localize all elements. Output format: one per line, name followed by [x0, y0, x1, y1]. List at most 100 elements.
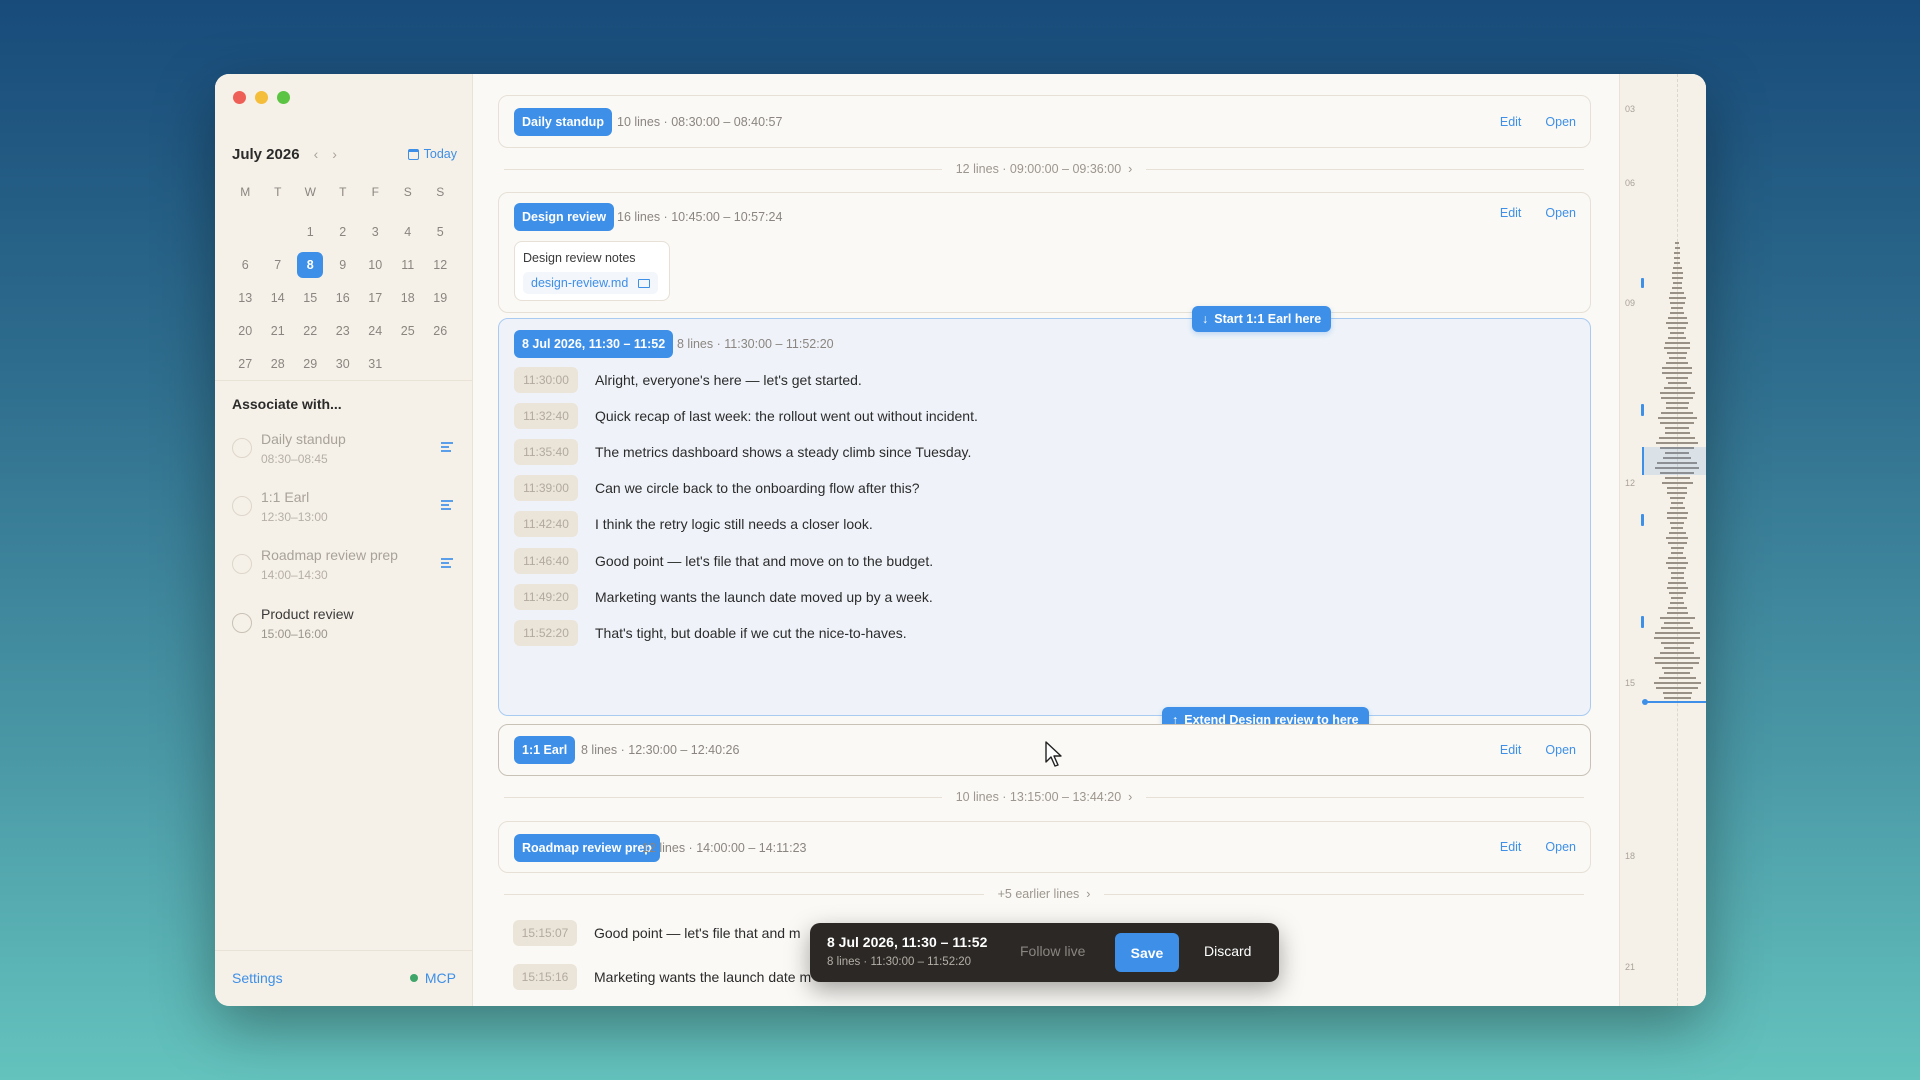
calendar-day[interactable]: 14 — [262, 281, 295, 314]
transcript-line[interactable]: 11:32:40 Quick recap of last week: the ro… — [514, 402, 978, 430]
meeting-marker[interactable] — [1641, 278, 1644, 288]
zoom-window-button[interactable] — [277, 91, 290, 104]
open-button[interactable]: Open — [1545, 115, 1576, 129]
transcript-line[interactable]: 11:46:40 Good point — let's file that and… — [514, 547, 933, 575]
calendar-day[interactable]: 27 — [229, 347, 262, 380]
calendar-day[interactable]: 23 — [327, 314, 360, 347]
collapsed-gap[interactable]: 10 lines · 13:15:00 – 13:44:20 › — [504, 787, 1584, 807]
gap-label[interactable]: 10 lines · 13:15:00 – 13:44:20 › — [942, 790, 1147, 804]
timestamp[interactable]: 11:32:40 — [514, 403, 578, 430]
calendar-day[interactable]: 31 — [359, 347, 392, 380]
minimap-selection[interactable] — [1642, 447, 1706, 475]
calendar-day[interactable]: 26 — [424, 314, 457, 347]
transcript-line[interactable]: 15:15:16 Marketing wants the launch date… — [513, 963, 811, 991]
meeting-marker[interactable] — [1641, 404, 1644, 416]
save-button[interactable]: Save — [1115, 933, 1179, 972]
timestamp[interactable]: 15:15:07 — [513, 920, 577, 946]
transcript-lines-icon[interactable] — [441, 442, 453, 454]
transcript-line[interactable]: 15:15:07 Good point — let's file that an… — [513, 919, 801, 947]
selection-tag[interactable]: 8 Jul 2026, 11:30 – 11:52 — [514, 330, 674, 358]
open-button[interactable]: Open — [1545, 840, 1576, 854]
calendar-day[interactable]: 2 — [327, 215, 360, 248]
transcript-lines-icon[interactable] — [441, 500, 453, 512]
calendar-day[interactable]: 1 — [294, 215, 327, 248]
calendar-day[interactable]: 10 — [359, 248, 392, 281]
timestamp[interactable]: 11:42:40 — [514, 511, 578, 538]
calendar-day[interactable]: 13 — [229, 281, 262, 314]
radio-button[interactable] — [232, 613, 252, 633]
calendar-day[interactable]: 28 — [262, 347, 295, 380]
associate-item-1-1-earl[interactable]: 1:1 Earl 12:30–13:00 — [232, 485, 457, 529]
next-month-icon[interactable]: › — [332, 146, 337, 162]
timestamp[interactable]: 11:35:40 — [514, 439, 578, 466]
calendar-day[interactable]: 7 — [262, 248, 295, 281]
transcript-line[interactable]: 11:52:20 That's tight, but doable if we c… — [514, 619, 907, 647]
calendar-day[interactable]: 15 — [294, 281, 327, 314]
calendar-day[interactable]: 16 — [327, 281, 360, 314]
today-button[interactable]: Today — [407, 147, 457, 161]
calendar-day[interactable]: 8 — [294, 248, 327, 281]
calendar-day[interactable]: 17 — [359, 281, 392, 314]
calendar-day[interactable]: 29 — [294, 347, 327, 380]
timestamp[interactable]: 11:49:20 — [514, 583, 578, 610]
open-button[interactable]: Open — [1545, 206, 1576, 220]
settings-link[interactable]: Settings — [232, 970, 283, 986]
collapsed-gap[interactable]: 12 lines · 09:00:00 – 09:36:00 › — [504, 159, 1584, 179]
meeting-marker[interactable] — [1641, 616, 1644, 628]
timestamp[interactable]: 11:46:40 — [514, 547, 578, 574]
transcript-line[interactable]: 11:30:00 Alright, everyone's here — let's… — [514, 366, 862, 394]
calendar-day[interactable]: 25 — [392, 314, 425, 347]
calendar-day[interactable]: 22 — [294, 314, 327, 347]
calendar-day[interactable]: 20 — [229, 314, 262, 347]
timestamp[interactable]: 11:52:20 — [514, 619, 578, 646]
gap-label[interactable]: 12 lines · 09:00:00 – 09:36:00 › — [942, 162, 1147, 176]
meeting-tag[interactable]: Design review — [514, 203, 615, 231]
meeting-tag[interactable]: Roadmap review prep — [514, 834, 660, 862]
radio-button[interactable] — [232, 554, 252, 574]
edit-button[interactable]: Edit — [1500, 115, 1522, 129]
calendar-day[interactable]: 5 — [424, 215, 457, 248]
calendar-day[interactable]: 18 — [392, 281, 425, 314]
edit-button[interactable]: Edit — [1500, 206, 1522, 220]
minimize-window-button[interactable] — [255, 91, 268, 104]
transcript-line[interactable]: 11:35:40 The metrics dashboard shows a st… — [514, 438, 971, 466]
calendar-day[interactable]: 6 — [229, 248, 262, 281]
mcp-status[interactable]: MCP — [409, 970, 456, 986]
associate-item-daily-standup[interactable]: Daily standup 08:30–08:45 — [232, 427, 457, 471]
prev-month-icon[interactable]: ‹ — [314, 146, 319, 162]
calendar-day[interactable]: 19 — [424, 281, 457, 314]
follow-live-button[interactable]: Follow live — [1020, 943, 1085, 959]
calendar-day[interactable]: 21 — [262, 314, 295, 347]
transcript-line[interactable]: 11:49:20 Marketing wants the launch date … — [514, 583, 933, 611]
calendar-day[interactable]: 3 — [359, 215, 392, 248]
transcript-lines-icon[interactable] — [441, 558, 453, 570]
radio-button[interactable] — [232, 438, 252, 458]
transcript-line[interactable]: 11:39:00 Can we circle back to the onboar… — [514, 474, 920, 502]
gap-label[interactable]: +5 earlier lines › — [984, 887, 1105, 901]
open-button[interactable]: Open — [1545, 743, 1576, 757]
radio-button[interactable] — [232, 496, 252, 516]
discard-button[interactable]: Discard — [1204, 943, 1251, 959]
calendar-day[interactable]: 30 — [327, 347, 360, 380]
calendar-day[interactable]: 9 — [327, 248, 360, 281]
folder-icon[interactable] — [638, 278, 651, 288]
edit-button[interactable]: Edit — [1500, 743, 1522, 757]
close-window-button[interactable] — [233, 91, 246, 104]
timestamp[interactable]: 11:39:00 — [514, 475, 578, 502]
edit-button[interactable]: Edit — [1500, 840, 1522, 854]
meeting-marker[interactable] — [1641, 514, 1644, 526]
start-meeting-here-button[interactable]: ↓ Start 1:1 Earl here — [1192, 306, 1332, 332]
timestamp[interactable]: 11:30:00 — [514, 367, 578, 393]
timeline-minimap[interactable]: 03 06 09 12 15 18 21 — [1619, 74, 1706, 1006]
meeting-tag[interactable]: Daily standup — [514, 108, 612, 136]
transcript-line[interactable]: 11:42:40 I think the retry logic still ne… — [514, 510, 873, 538]
meeting-tag[interactable]: 1:1 Earl — [514, 736, 576, 764]
calendar-day[interactable]: 12 — [424, 248, 457, 281]
notes-file-link[interactable]: design-review.md — [523, 272, 659, 294]
calendar-day[interactable]: 4 — [392, 215, 425, 248]
earlier-lines-gap[interactable]: +5 earlier lines › — [504, 884, 1585, 904]
associate-item-roadmap-review-prep[interactable]: Roadmap review prep 14:00–14:30 — [232, 543, 457, 587]
calendar-day[interactable]: 11 — [392, 248, 425, 281]
associate-item-product-review[interactable]: Product review 15:00–16:00 — [232, 602, 457, 646]
calendar-day[interactable]: 24 — [359, 314, 392, 347]
